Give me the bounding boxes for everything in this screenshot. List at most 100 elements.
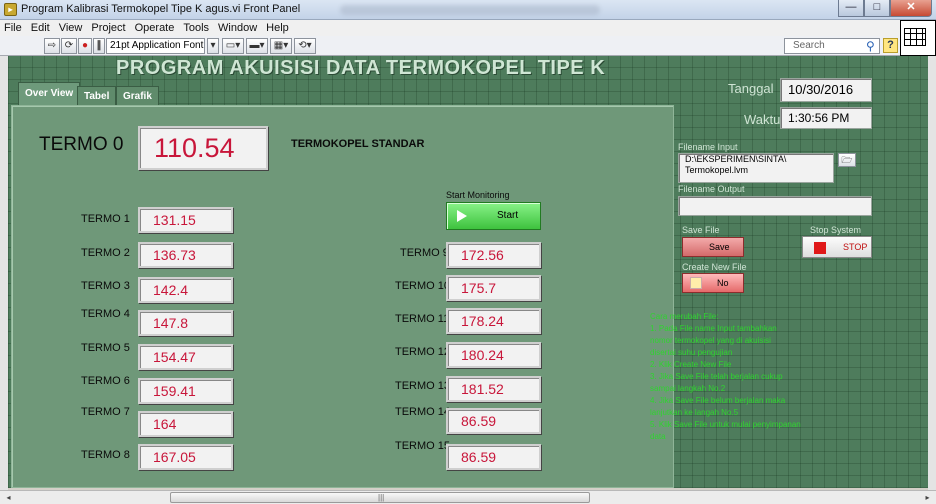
standard-label: TERMOKOPEL STANDAR xyxy=(291,138,425,150)
window-titlebar: ▸ Program Kalibrasi Termokopel Tipe K ag… xyxy=(0,0,936,20)
stop-system-label: Stop System xyxy=(810,225,862,235)
termo9-label: TERMO 9 xyxy=(400,247,449,259)
tab-tabel[interactable]: Tabel xyxy=(77,86,117,106)
termo8-indicator: 167.05 xyxy=(138,444,233,470)
menu-tools[interactable]: Tools xyxy=(183,22,209,34)
over-view-tab-body xyxy=(11,105,674,488)
create-new-file-button[interactable]: No xyxy=(682,273,744,293)
save-button-label: Save xyxy=(709,242,730,252)
termo15-label: TERMO 15 xyxy=(395,440,451,452)
help-text-line: sampai langkah No.2 xyxy=(650,384,726,393)
stop-square-icon xyxy=(814,242,826,254)
tanggal-field: 10/30/2016 xyxy=(780,78,872,102)
no-button-label: No xyxy=(717,278,729,288)
create-new-file-label: Create New File xyxy=(682,262,747,272)
horizontal-scrollbar[interactable]: ◂ ||| ▸ xyxy=(0,490,936,504)
start-button-label: Start xyxy=(497,210,519,221)
termo12-label: TERMO 12 xyxy=(395,346,451,358)
termo0-indicator: 110.54 xyxy=(138,126,268,170)
save-file-label: Save File xyxy=(682,225,720,235)
termo6-label: TERMO 6 xyxy=(81,375,130,387)
distribute-objects-icon[interactable]: ▬▾ xyxy=(246,38,268,54)
help-text-line: 1. Pada File name Input tambahkan xyxy=(650,324,777,333)
help-icon[interactable]: ? xyxy=(883,38,898,53)
termo6-indicator: 159.41 xyxy=(138,378,233,404)
start-button[interactable]: Start xyxy=(446,202,541,230)
help-text-line: 4. Jika Save File belum berjalan maka xyxy=(650,396,786,405)
termo10-indicator: 175.7 xyxy=(446,275,541,301)
termo4-label: TERMO 4 xyxy=(81,308,130,320)
menu-operate[interactable]: Operate xyxy=(135,22,175,34)
filename-input-line1: D:\EKSPERIMEN\SINTA\ xyxy=(685,154,787,164)
help-text-line: 2. Klik Create New File xyxy=(650,360,732,369)
termo11-label: TERMO 11 xyxy=(395,313,450,325)
stop-button-label: STOP xyxy=(843,242,868,252)
filename-input-line2: Termokopel.lvm xyxy=(685,165,749,175)
termo4-indicator: 147.8 xyxy=(138,310,233,336)
termo12-indicator: 180.24 xyxy=(446,342,541,368)
filename-output-field xyxy=(678,196,872,216)
termo2-indicator: 136.73 xyxy=(138,242,233,268)
align-objects-icon[interactable]: ▭▾ xyxy=(222,38,244,54)
blurred-titlebar-text xyxy=(340,5,600,15)
termo1-indicator: 131.15 xyxy=(138,207,233,233)
boolean-indicator-icon xyxy=(690,277,702,289)
labview-app-icon: ▸ xyxy=(4,3,17,16)
play-icon xyxy=(457,210,467,222)
termo14-indicator: 86.59 xyxy=(446,408,541,434)
menu-project[interactable]: Project xyxy=(91,22,125,34)
termo15-indicator: 86.59 xyxy=(446,444,541,470)
help-text-line: Cara merubah File: xyxy=(650,312,719,321)
tab-grafik[interactable]: Grafik xyxy=(116,86,159,106)
termo7-indicator: 164 xyxy=(138,411,233,437)
search-icon[interactable]: ⚲ xyxy=(866,39,875,53)
font-select[interactable]: 21pt Application Font xyxy=(106,38,205,54)
menu-window[interactable]: Window xyxy=(218,22,257,34)
menu-edit[interactable]: Edit xyxy=(31,22,50,34)
termo0-label: TERMO 0 xyxy=(39,134,124,155)
abort-icon[interactable]: ● xyxy=(78,38,92,54)
font-dropdown-arrow-icon[interactable]: ▾ xyxy=(207,38,219,54)
frame-right xyxy=(928,56,936,490)
pause-icon[interactable]: ∥ xyxy=(93,38,105,54)
waktu-field: 1:30:56 PM xyxy=(780,107,872,129)
close-button[interactable]: ✕ xyxy=(890,0,932,17)
save-button[interactable]: Save xyxy=(682,237,744,257)
filename-input-field[interactable]: D:\EKSPERIMEN\SINTA\ Termokopel.lvm xyxy=(678,153,834,183)
help-text-line: 3. Jika Save File telah berjalan cukup xyxy=(650,372,783,381)
minimize-button[interactable]: — xyxy=(838,0,864,17)
browse-folder-icon[interactable]: 🗁 xyxy=(838,153,856,167)
toolbar: ⇨ ⟳ ● ∥ 21pt Application Font ▾ ▭▾ ▬▾ ▦▾… xyxy=(0,36,936,56)
menu-file[interactable]: File xyxy=(4,22,22,34)
termo11-indicator: 178.24 xyxy=(446,308,541,334)
help-text-line: lanjutkan ke langah No.5 xyxy=(650,408,739,417)
stop-button[interactable]: STOP xyxy=(802,236,872,258)
help-text-line: nomor termokopel yang di akuisisi xyxy=(650,336,771,345)
termo5-indicator: 154.47 xyxy=(138,344,233,370)
filename-input-label: Filename Input xyxy=(678,142,738,152)
run-arrow-icon[interactable]: ⇨ xyxy=(44,38,60,54)
termo14-label: TERMO 14 xyxy=(395,406,451,418)
termo10-label: TERMO 10 xyxy=(395,280,451,292)
termo8-label: TERMO 8 xyxy=(81,449,130,461)
termo13-indicator: 181.52 xyxy=(446,376,541,402)
menu-view[interactable]: View xyxy=(59,22,83,34)
termo1-label: TERMO 1 xyxy=(81,213,130,225)
front-panel: PROGRAM AKUISISI DATA TERMOKOPEL TIPE K … xyxy=(8,56,928,488)
scroll-right-arrow-icon[interactable]: ▸ xyxy=(921,491,934,504)
maximize-button[interactable]: □ xyxy=(864,0,890,17)
start-monitoring-label: Start Monitoring xyxy=(446,190,510,200)
termo3-label: TERMO 3 xyxy=(81,280,130,292)
menu-help[interactable]: Help xyxy=(266,22,289,34)
scroll-left-arrow-icon[interactable]: ◂ xyxy=(2,491,15,504)
connector-pane-icon[interactable] xyxy=(900,20,936,56)
termo7-label: TERMO 7 xyxy=(81,406,130,418)
help-text-line: data xyxy=(650,432,666,441)
resize-objects-icon[interactable]: ▦▾ xyxy=(270,38,292,54)
help-text-line: 5. Klik Save File untuk mulai penyimpana… xyxy=(650,420,801,429)
tab-over-view[interactable]: Over View xyxy=(18,82,81,106)
waktu-label: Waktu xyxy=(744,112,781,127)
reorder-icon[interactable]: ⟲▾ xyxy=(294,38,316,54)
termo2-label: TERMO 2 xyxy=(81,247,130,259)
run-continuously-icon[interactable]: ⟳ xyxy=(61,38,77,54)
